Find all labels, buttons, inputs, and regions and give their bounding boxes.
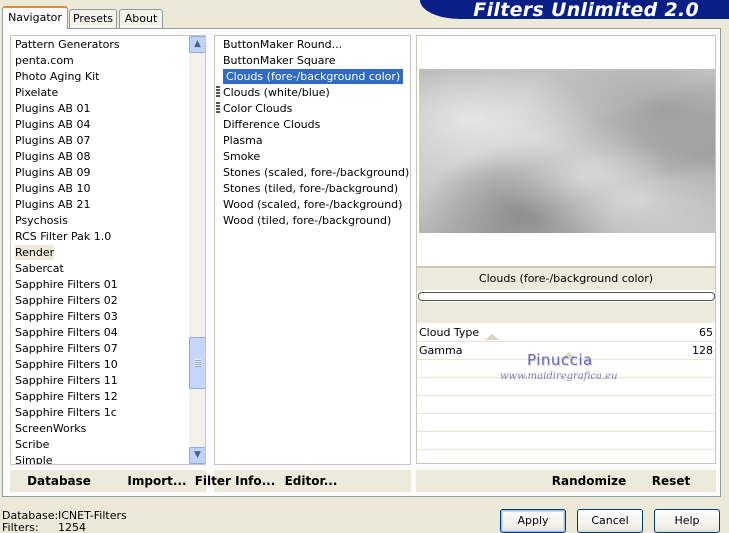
category-item[interactable]: Plugins AB 07	[15, 133, 90, 148]
filter-item[interactable]: Stones (scaled, fore-/background)	[223, 165, 409, 180]
category-item[interactable]: Sapphire Filters 04	[15, 325, 118, 340]
category-item[interactable]: RCS Filter Pak 1.0	[15, 229, 111, 244]
category-item[interactable]: penta.com	[15, 53, 74, 68]
favorite-marker-icon	[216, 86, 220, 98]
status-filters-label: Filters:	[2, 521, 39, 533]
category-item[interactable]: Sapphire Filters 03	[15, 309, 118, 324]
param-value: 65	[699, 326, 713, 339]
selected-filter-name: Clouds (fore-/background color)	[417, 268, 715, 290]
filter-item[interactable]: ButtonMaker Square	[223, 53, 336, 68]
tab-about[interactable]: About	[119, 9, 163, 28]
category-scrollbar[interactable]: ▲ ▼	[189, 36, 205, 464]
filter-item[interactable]: Plasma	[223, 133, 263, 148]
chevron-up-icon: ▲	[194, 39, 201, 49]
filter-info-button[interactable]: Filter Info...	[183, 470, 287, 492]
category-item[interactable]: Pattern Generators	[15, 37, 120, 52]
navigator-panel: Pattern Generators penta.com Photo Aging…	[2, 28, 721, 497]
category-item[interactable]: Simple	[15, 453, 53, 464]
category-item[interactable]: Sapphire Filters 02	[15, 293, 118, 308]
param-name: Cloud Type	[419, 326, 480, 339]
filter-item[interactable]: Stones (tiled, fore-/background)	[223, 181, 398, 196]
filter-item[interactable]: Wood (scaled, fore-/background)	[223, 197, 402, 212]
filter-item[interactable]: Clouds (white/blue)	[223, 85, 330, 100]
help-button[interactable]: Help	[654, 509, 720, 533]
category-item[interactable]: Sapphire Filters 07	[15, 341, 118, 356]
watermark-url: www.maidiregrafica.eu	[500, 371, 618, 382]
banner-title: Filters Unlimited 2.0	[473, 0, 699, 21]
category-item[interactable]: Sapphire Filters 01	[15, 277, 118, 292]
status-filters: Filters: 1254	[2, 521, 86, 533]
category-item[interactable]: Pixelate	[15, 85, 58, 100]
category-item[interactable]: ScreenWorks	[15, 421, 86, 436]
category-item[interactable]: Sapphire Filters 11	[15, 373, 118, 388]
title-banner: Filters Unlimited 2.0	[420, 0, 729, 21]
apply-button[interactable]: Apply	[500, 509, 566, 533]
filter-item[interactable]: ButtonMaker Round...	[223, 37, 342, 52]
category-item[interactable]: Plugins AB 10	[15, 181, 90, 196]
scroll-down-button[interactable]: ▼	[189, 447, 205, 464]
tab-navigator[interactable]: Navigator	[2, 6, 68, 29]
param-row-empty	[417, 432, 715, 450]
category-item[interactable]: Plugins AB 08	[15, 149, 90, 164]
slider-marker-icon[interactable]	[485, 334, 499, 340]
parameters-header	[417, 302, 715, 323]
param-value: 128	[692, 344, 713, 357]
category-list[interactable]: Pattern Generators penta.com Photo Aging…	[10, 35, 206, 465]
category-item[interactable]: Scribe	[15, 437, 49, 452]
favorite-marker-icon	[216, 102, 220, 114]
cancel-button[interactable]: Cancel	[577, 509, 643, 533]
filter-item[interactable]: Color Clouds	[223, 101, 292, 116]
category-item[interactable]: Sapphire Filters 1c	[15, 405, 117, 420]
category-item[interactable]: Plugins AB 01	[15, 101, 90, 116]
filter-item[interactable]: Smoke	[223, 149, 260, 164]
preview-area	[416, 35, 716, 267]
status-filters-value: 1254	[58, 521, 86, 533]
category-item[interactable]: Sapphire Filters 12	[15, 389, 118, 404]
param-row-empty	[417, 396, 715, 414]
category-item-selected[interactable]: Render	[15, 245, 55, 260]
randomize-button[interactable]: Randomize	[543, 470, 635, 492]
filter-preview-image	[419, 69, 715, 233]
editor-button[interactable]: Editor...	[277, 470, 345, 492]
param-row-cloud-type[interactable]: Cloud Type 65	[417, 324, 715, 342]
param-name: Gamma	[419, 344, 463, 357]
grip-icon	[195, 359, 201, 367]
tab-presets[interactable]: Presets	[69, 9, 117, 28]
watermark-title: Pinuccia	[527, 351, 593, 369]
progress-bar	[418, 292, 715, 301]
category-item[interactable]: Photo Aging Kit	[15, 69, 99, 84]
reset-button[interactable]: Reset	[643, 470, 699, 492]
scroll-up-button[interactable]: ▲	[189, 36, 205, 53]
category-item[interactable]: Sapphire Filters 10	[15, 357, 118, 372]
filter-item-selected[interactable]: Clouds (fore-/background color)	[223, 69, 404, 84]
category-item[interactable]: Psychosis	[15, 213, 68, 228]
filter-item[interactable]: Wood (tiled, fore-/background)	[223, 213, 391, 228]
param-row-empty	[417, 414, 715, 432]
filter-list[interactable]: ButtonMaker Round... ButtonMaker Square …	[214, 35, 411, 465]
scrollbar-thumb[interactable]	[189, 337, 205, 389]
database-button[interactable]: Database	[10, 470, 108, 492]
category-item[interactable]: Sabercat	[15, 261, 64, 276]
category-item[interactable]: Plugins AB 09	[15, 165, 90, 180]
chevron-down-icon: ▼	[194, 450, 201, 460]
category-item[interactable]: Plugins AB 21	[15, 197, 90, 212]
category-item[interactable]: Plugins AB 04	[15, 117, 90, 132]
filter-item[interactable]: Difference Clouds	[223, 117, 320, 132]
